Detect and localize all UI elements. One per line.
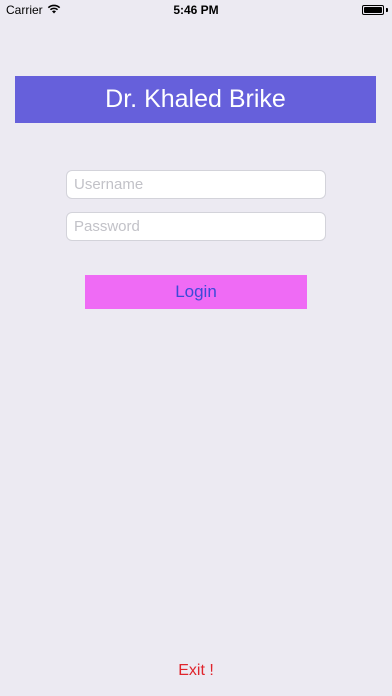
page-title: Dr. Khaled Brike — [15, 76, 376, 123]
exit-button[interactable]: Exit ! — [0, 662, 392, 680]
status-time: 5:46 PM — [173, 3, 219, 17]
battery-tip — [386, 8, 388, 12]
battery-level — [364, 7, 382, 13]
status-bar: Carrier 5:46 PM — [0, 0, 392, 20]
password-field[interactable] — [66, 212, 326, 241]
username-field[interactable] — [66, 170, 326, 199]
battery-icon — [362, 5, 384, 15]
login-button[interactable]: Login — [85, 275, 307, 309]
